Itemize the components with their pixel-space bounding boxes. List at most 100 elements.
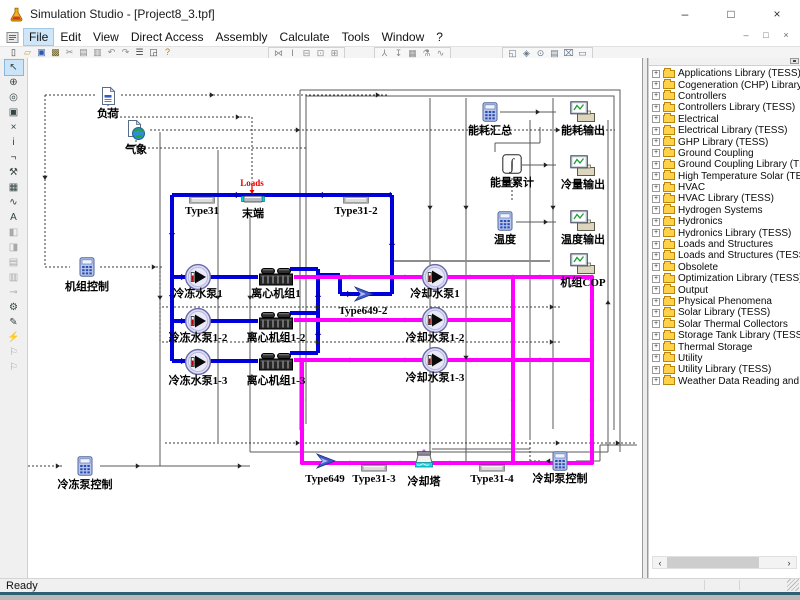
tree-item-15[interactable]: +Loads and Structures <box>652 239 800 250</box>
expand-icon[interactable]: + <box>652 138 660 146</box>
pen-tool[interactable]: ✎ <box>5 315 23 330</box>
expand-icon[interactable]: + <box>652 92 660 100</box>
tree-item-3[interactable]: +Controllers Library (TESS) <box>652 102 800 113</box>
tree-item-8[interactable]: +Ground Coupling Library (TESS) <box>652 159 800 170</box>
tree-item-7[interactable]: +Ground Coupling <box>652 148 800 159</box>
expand-icon[interactable]: + <box>652 366 660 374</box>
save-all-icon[interactable]: ▩ <box>49 47 62 58</box>
tree-item-5[interactable]: +Electrical Library (TESS) <box>652 125 800 136</box>
window-right-tool[interactable]: ◨ <box>5 240 23 255</box>
duplicate-tool[interactable]: ▦ <box>5 180 23 195</box>
tree-item-1[interactable]: +Cogeneration (CHP) Library (TESS) <box>652 79 800 90</box>
resize-grip[interactable] <box>787 579 799 591</box>
tree-item-12[interactable]: +Hydrogen Systems <box>652 205 800 216</box>
component-type649[interactable] <box>314 453 336 474</box>
new-icon[interactable]: ▯ <box>7 47 20 58</box>
layer2-tool[interactable]: ▥ <box>5 270 23 285</box>
mdi-close-button[interactable]: × <box>780 30 792 40</box>
tree-item-9[interactable]: +High Temperature Solar (TESS) <box>652 171 800 182</box>
scrollbar-track[interactable] <box>667 557 782 568</box>
tree-item-4[interactable]: +Electrical <box>652 114 800 125</box>
delete-tool[interactable]: × <box>5 120 23 135</box>
tree-item-14[interactable]: +Hydronics Library (TESS) <box>652 227 800 238</box>
menu-item-window[interactable]: Window <box>377 29 430 45</box>
menu-item-view[interactable]: View <box>88 29 124 45</box>
mdi-restore-button[interactable]: □ <box>760 30 772 40</box>
scrollbar-thumb[interactable] <box>667 557 759 568</box>
expand-icon[interactable]: + <box>652 81 660 89</box>
expand-icon[interactable]: + <box>652 149 660 157</box>
mdi-minimize-button[interactable]: – <box>740 30 752 40</box>
expand-icon[interactable]: + <box>652 127 660 135</box>
settings-tool[interactable]: ⚙ <box>5 300 23 315</box>
expand-icon[interactable]: + <box>652 263 660 271</box>
expand-icon[interactable]: + <box>652 195 660 203</box>
snapshot-tool[interactable]: ▣ <box>5 105 23 120</box>
maximize-button[interactable]: □ <box>708 0 754 28</box>
close-button[interactable]: × <box>754 0 800 28</box>
minimize-button[interactable]: – <box>662 0 708 28</box>
print-icon[interactable]: ☰ <box>133 47 146 58</box>
layer-tool[interactable]: ▤ <box>5 255 23 270</box>
tree-item-19[interactable]: +Output <box>652 284 800 295</box>
window-left-tool[interactable]: ◧ <box>5 225 23 240</box>
expand-icon[interactable]: + <box>652 206 660 214</box>
zoom-tool[interactable]: ◎ <box>5 90 23 105</box>
select-tool[interactable]: ↖ <box>5 60 23 75</box>
tree-item-24[interactable]: +Thermal Storage <box>652 341 800 352</box>
expand-icon[interactable]: + <box>652 104 660 112</box>
tree-item-16[interactable]: +Loads and Structures (TESS) <box>652 250 800 261</box>
component-type649-2[interactable] <box>352 286 374 307</box>
tree-item-6[interactable]: +GHP Library (TESS) <box>652 136 800 147</box>
tree-item-23[interactable]: +Storage Tank Library (TESS) <box>652 330 800 341</box>
menu-item-help[interactable]: ? <box>431 29 448 45</box>
expand-icon[interactable]: + <box>652 229 660 237</box>
expand-icon[interactable]: + <box>652 343 660 351</box>
scroll-right-button[interactable]: › <box>782 557 796 568</box>
info-tool[interactable]: i <box>5 135 23 150</box>
expand-icon[interactable]: + <box>652 298 660 306</box>
tree-item-11[interactable]: +HVAC Library (TESS) <box>652 193 800 204</box>
expand-icon[interactable]: + <box>652 252 660 260</box>
expand-icon[interactable]: + <box>652 377 660 385</box>
help-icon[interactable]: ? <box>161 47 174 58</box>
tree-item-2[interactable]: +Controllers <box>652 91 800 102</box>
menu-item-tools[interactable]: Tools <box>337 29 375 45</box>
print-preview-icon[interactable]: ◲ <box>147 47 160 58</box>
menu-item-calculate[interactable]: Calculate <box>275 29 335 45</box>
menu-item-assembly[interactable]: Assembly <box>211 29 273 45</box>
menu-item-edit[interactable]: Edit <box>55 29 86 45</box>
tree-item-20[interactable]: +Physical Phenomena <box>652 296 800 307</box>
expand-icon[interactable]: + <box>652 275 660 283</box>
tree-item-22[interactable]: +Solar Thermal Collectors <box>652 319 800 330</box>
cut-icon[interactable]: ✂ <box>63 47 76 58</box>
undo-icon[interactable]: ↶ <box>105 47 118 58</box>
tree-item-13[interactable]: +Hydronics <box>652 216 800 227</box>
expand-icon[interactable]: + <box>652 320 660 328</box>
panel-scroll-button[interactable] <box>790 58 799 64</box>
expand-icon[interactable]: + <box>652 115 660 123</box>
tree-item-10[interactable]: +HVAC <box>652 182 800 193</box>
text-tool[interactable]: A <box>5 210 23 225</box>
tree-item-18[interactable]: +Optimization Library (TESS) <box>652 273 800 284</box>
redo-icon[interactable]: ↷ <box>119 47 132 58</box>
expand-icon[interactable]: + <box>652 184 660 192</box>
expand-icon[interactable]: + <box>652 218 660 226</box>
expand-icon[interactable]: + <box>652 241 660 249</box>
run-tool[interactable]: ⚡ <box>5 330 23 345</box>
component-tower[interactable] <box>413 449 435 474</box>
tree-item-26[interactable]: +Utility Library (TESS) <box>652 364 800 375</box>
plug-tool[interactable]: ⊸ <box>5 285 23 300</box>
flag-tool[interactable]: ⚐ <box>5 345 23 360</box>
expand-icon[interactable]: + <box>652 332 660 340</box>
menu-item-file[interactable]: File <box>24 29 53 45</box>
expand-icon[interactable]: + <box>652 309 660 317</box>
save-icon[interactable]: ▣ <box>35 47 48 58</box>
open-icon[interactable]: ▱ <box>21 47 34 58</box>
expand-icon[interactable]: + <box>652 354 660 362</box>
flag2-tool[interactable]: ⚐ <box>5 360 23 375</box>
tree-item-0[interactable]: +Applications Library (TESS) <box>652 68 800 79</box>
scroll-left-button[interactable]: ‹ <box>653 557 667 568</box>
drawing-canvas[interactable]: 负荷气象Type31末端Type31-2能耗汇总能耗输出∫能量累计冷量输出温度温… <box>28 58 642 578</box>
link-tool[interactable]: ¬ <box>5 150 23 165</box>
